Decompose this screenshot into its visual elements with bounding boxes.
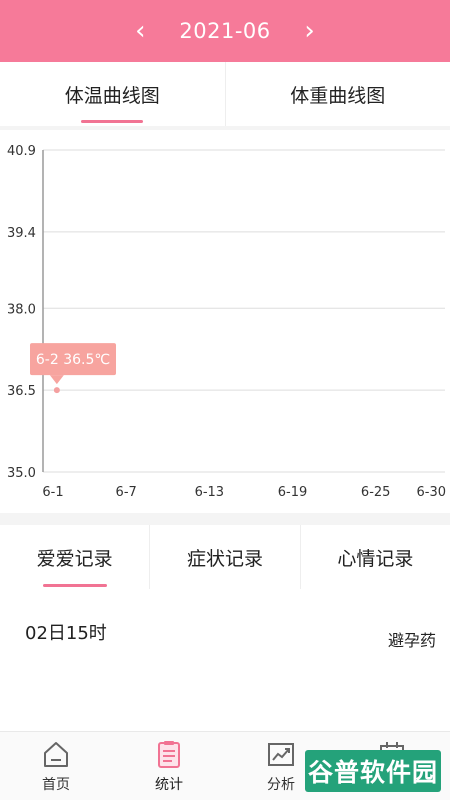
x-tick-label: 6-25	[361, 485, 391, 500]
data-point	[53, 387, 60, 394]
x-tick-label: 6-1	[42, 485, 63, 500]
tab-label: 体重曲线图	[290, 84, 386, 107]
nav-analysis[interactable]: 分析	[251, 732, 311, 800]
tab-label: 心情记录	[337, 547, 414, 570]
tab-symptom-record[interactable]: 症状记录	[149, 525, 299, 589]
watermark-logo: 谷普软件园	[305, 750, 441, 792]
tab-mood-record[interactable]: 心情记录	[299, 525, 450, 589]
chevron-left-icon[interactable]: ‹	[125, 18, 155, 44]
x-tick-label: 6-30	[416, 485, 446, 500]
nav-label: 分析	[267, 777, 295, 793]
active-tab-indicator	[81, 120, 144, 123]
x-tick-label: 6-13	[195, 485, 225, 500]
tab-label: 症状记录	[186, 547, 263, 570]
x-tick-label: 6-7	[116, 485, 137, 500]
temperature-chart: 40.9 39.4 38.0 36.5 35.0 6-1 6-7 6-13 6-19 6-25 6-…	[0, 130, 450, 513]
x-tick-label: 6-19	[278, 485, 308, 500]
month-header: ‹ 2021-06 ›	[0, 0, 450, 62]
month-title[interactable]: 2021-06	[179, 19, 270, 43]
chart-tabs: 体温曲线图 体重曲线图	[0, 62, 450, 126]
record-tabs: 爱爱记录 症状记录 心情记录	[0, 525, 450, 589]
chevron-right-icon[interactable]: ›	[295, 18, 325, 44]
tab-temperature-curve[interactable]: 体温曲线图	[0, 62, 225, 126]
y-tick-label: 40.9	[7, 144, 36, 159]
tooltip-label: 6-2 36.5℃	[36, 352, 110, 368]
analysis-chart-icon	[268, 743, 294, 766]
record-value: 避孕药	[387, 631, 436, 650]
record-list: 02日15时 避孕药	[0, 589, 450, 731]
temperature-chart-svg: 40.9 39.4 38.0 36.5 35.0 6-1 6-7 6-13 6-19 6-25 6-…	[7, 144, 446, 500]
home-icon	[44, 742, 68, 767]
record-time: 02日15时	[25, 623, 107, 644]
tab-label: 体温曲线图	[64, 84, 160, 107]
nav-label: 首页	[42, 777, 70, 793]
y-tick-label: 39.4	[7, 226, 36, 241]
y-tick-label: 38.0	[7, 302, 36, 317]
y-tick-label: 35.0	[7, 466, 36, 481]
tooltip-pointer	[49, 375, 64, 385]
tab-weight-curve[interactable]: 体重曲线图	[224, 62, 450, 126]
active-tab-indicator	[42, 584, 107, 587]
statistics-icon	[158, 741, 180, 768]
y-tick-label: 36.5	[7, 384, 36, 399]
nav-label: 统计	[155, 777, 183, 793]
nav-statistics[interactable]: 统计	[139, 732, 199, 800]
tab-love-record[interactable]: 爱爱记录	[0, 525, 149, 589]
tab-label: 爱爱记录	[36, 547, 113, 570]
nav-home[interactable]: 首页	[26, 732, 86, 800]
